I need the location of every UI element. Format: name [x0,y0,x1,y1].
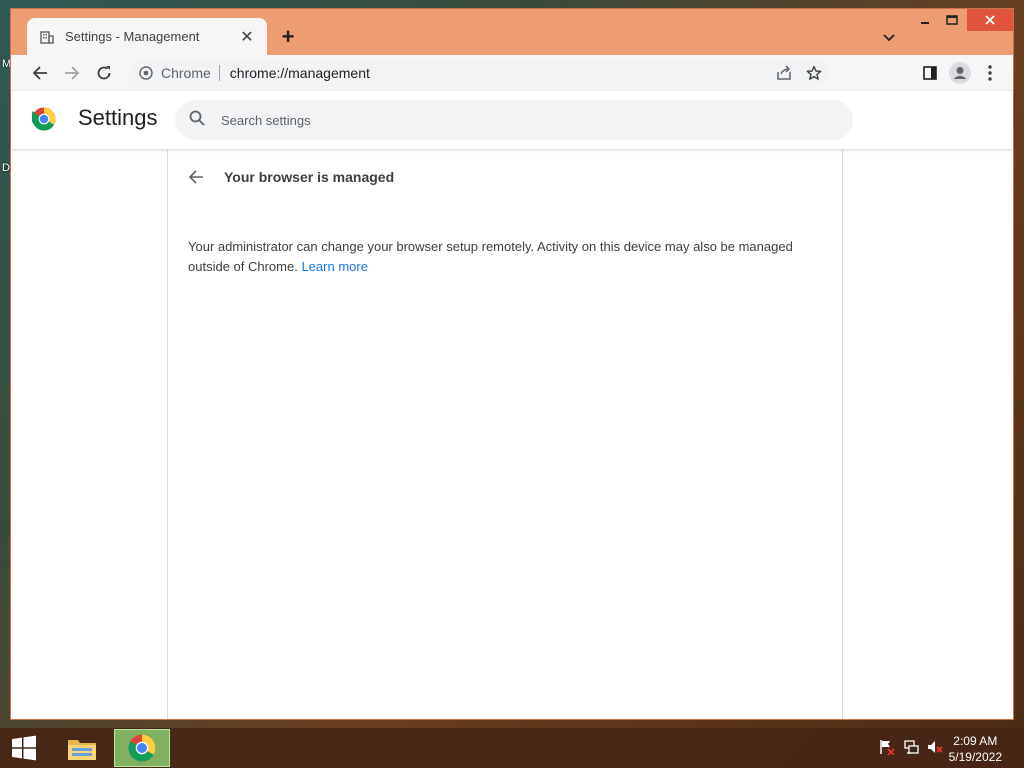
tab-settings-management[interactable]: Settings - Management ✕ [27,18,267,55]
start-button[interactable] [6,732,42,764]
forward-icon[interactable] [57,58,87,88]
description-text: Your administrator can change your brows… [188,239,793,274]
new-tab-button[interactable]: + [275,24,301,50]
bookmark-star-icon[interactable] [799,58,829,88]
back-arrow-icon[interactable] [184,165,208,189]
settings-search-box[interactable] [175,100,853,140]
tab-title: Settings - Management [65,29,200,44]
clock-date: 5/19/2022 [948,750,1002,764]
omnibox[interactable]: Chrome chrome://management [129,59,829,87]
omnibox-url[interactable]: chrome://management [230,65,370,81]
taskbar-clock[interactable]: 2:09 AM 5/19/2022 [949,733,1002,765]
profile-avatar-icon[interactable] [945,58,975,88]
site-chip[interactable]: Chrome [139,65,220,81]
taskbar-chrome[interactable] [114,729,170,767]
management-description: Your administrator can change your brows… [188,237,818,277]
folder-icon [68,740,96,760]
maximize-icon[interactable] [939,9,965,31]
desktop-icon-label-d: D [2,162,10,174]
system-tray [878,738,944,756]
page-content: Settings Your browser is managed Your ad… [11,91,1013,719]
more-menu-icon[interactable] [975,58,1005,88]
chrome-logo-icon [128,734,156,762]
management-card: Your browser is managed Your administrat… [167,149,843,719]
settings-header: Settings [11,91,1013,149]
close-window-icon[interactable] [967,9,1013,31]
site-chip-label: Chrome [161,65,211,81]
network-icon[interactable] [902,738,920,756]
page-title: Settings [78,105,158,130]
windows-taskbar: 2:09 AM 5/19/2022 [0,728,1024,768]
reload-icon[interactable] [89,58,119,88]
action-center-flag-icon[interactable] [878,738,896,756]
volume-muted-icon[interactable] [926,738,944,756]
browser-window: Settings - Management ✕ + Chrome chrome:… [10,8,1014,720]
side-panel-icon[interactable] [915,58,945,88]
minimize-icon[interactable] [911,9,939,31]
tab-close-icon[interactable]: ✕ [237,27,257,47]
windows-logo-icon [12,735,36,761]
chrome-gray-icon [139,66,153,80]
share-icon[interactable] [769,58,799,88]
back-icon[interactable] [25,58,55,88]
chrome-logo-icon [31,107,56,136]
chevron-down-icon[interactable] [877,26,901,50]
clock-time: 2:09 AM [953,734,998,748]
building-icon [39,29,55,45]
browser-toolbar: Chrome chrome://management [11,55,1013,91]
management-heading: Your browser is managed [224,169,395,185]
search-input[interactable] [221,112,801,128]
learn-more-link[interactable]: Learn more [301,259,367,274]
taskbar-file-explorer[interactable] [54,729,110,767]
tab-strip: Settings - Management ✕ + [11,9,1013,55]
search-icon [189,110,205,131]
